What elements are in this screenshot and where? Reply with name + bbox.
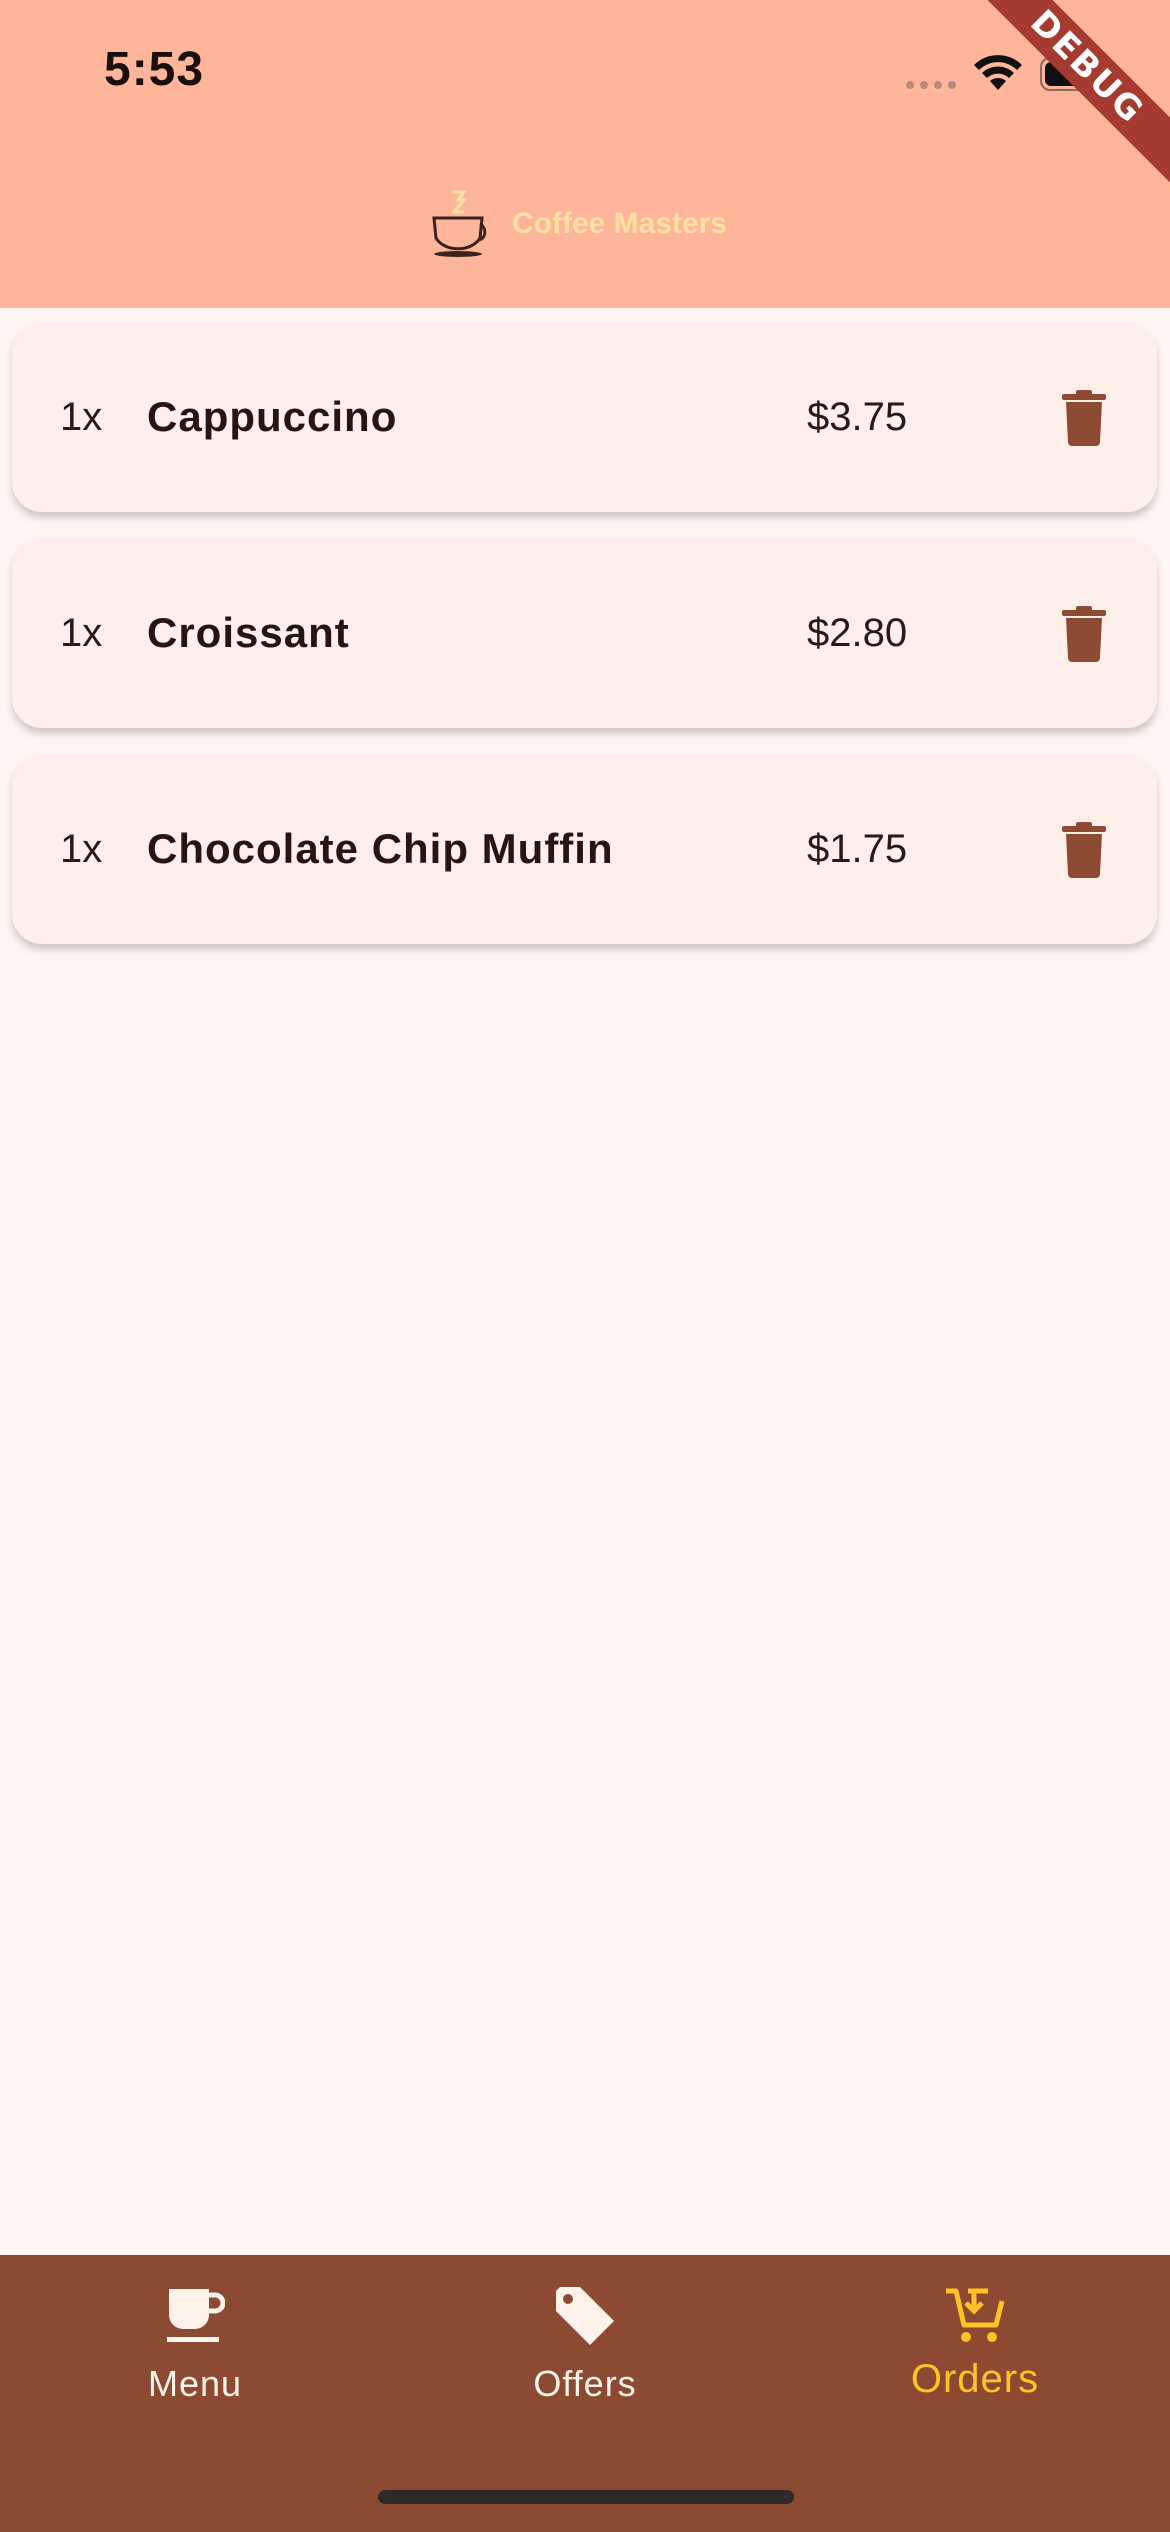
trash-icon[interactable] <box>1062 390 1106 446</box>
order-name: Chocolate Chip Muffin <box>147 825 614 872</box>
tag-icon <box>556 2287 614 2345</box>
order-price: $2.80 <box>807 611 908 655</box>
trash-icon[interactable] <box>1062 822 1106 878</box>
trash-icon[interactable] <box>1062 606 1106 662</box>
order-price: $1.75 <box>807 827 908 871</box>
status-time: 5:53 <box>104 43 205 96</box>
app-bar: 5:53 Coffee Masters <box>0 0 1170 308</box>
home-indicator <box>378 2490 794 2504</box>
wifi-icon <box>974 55 1022 90</box>
order-name: Cappuccino <box>147 393 398 440</box>
order-price: $3.75 <box>807 395 908 439</box>
coffee-cup-icon <box>432 190 487 257</box>
nav-item-orders[interactable]: Orders <box>780 2255 1170 2455</box>
app-title: Coffee Masters <box>512 207 728 240</box>
nav-label-menu: Menu <box>147 2363 243 2404</box>
app-logo: Coffee Masters <box>430 188 727 260</box>
order-quantity: 1x <box>60 827 103 871</box>
order-item-card: 1x Croissant $2.80 <box>12 538 1157 728</box>
order-item-card: 1x Cappuccino $3.75 <box>12 322 1157 512</box>
order-quantity: 1x <box>60 395 103 439</box>
nav-label-offers: Offers <box>533 2363 637 2404</box>
order-item-card: 1x Chocolate Chip Muffin $1.75 <box>12 754 1157 944</box>
nav-label-orders: Orders <box>910 2357 1040 2401</box>
order-quantity: 1x <box>60 611 103 655</box>
cart-icon <box>946 2288 1005 2342</box>
nav-item-offers[interactable]: Offers <box>390 2255 780 2455</box>
coffee-cup-icon <box>167 2289 225 2342</box>
cellular-signal-icon <box>906 81 956 89</box>
order-name: Croissant <box>147 609 350 656</box>
nav-item-menu[interactable]: Menu <box>0 2255 390 2455</box>
